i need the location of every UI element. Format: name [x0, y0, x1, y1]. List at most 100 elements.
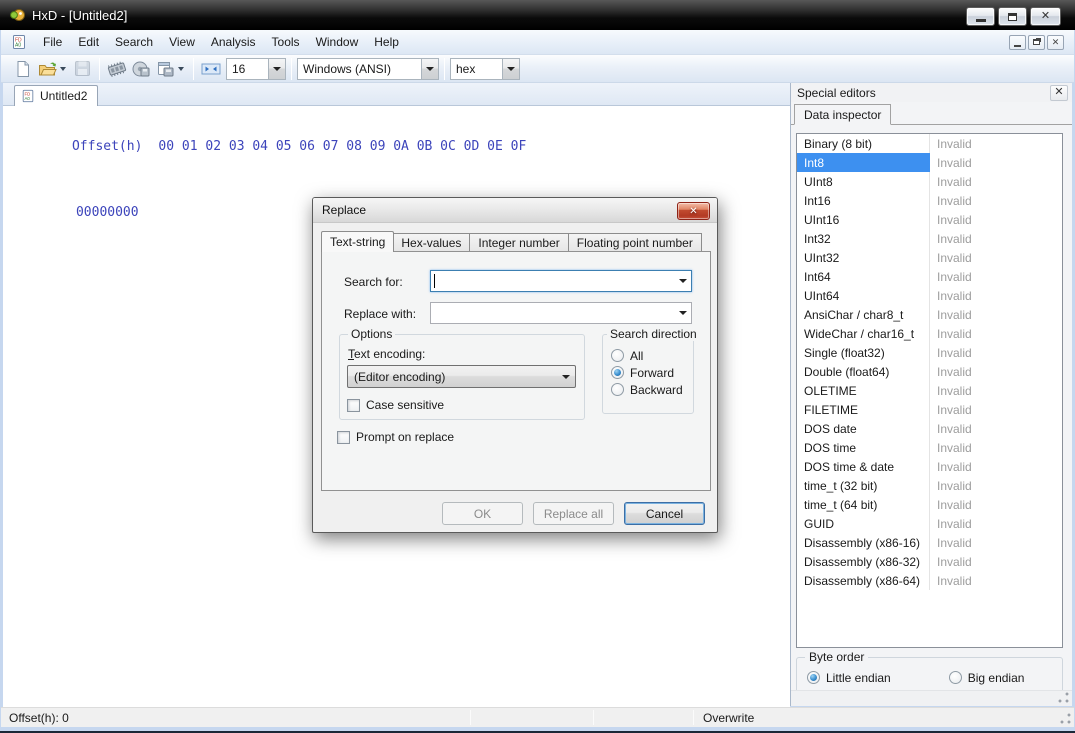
menu-tools[interactable]: Tools	[264, 31, 308, 53]
menu-help[interactable]: Help	[366, 31, 407, 53]
radio-little-endian[interactable]: Little endian	[807, 669, 891, 686]
combo-dropdown-button[interactable]	[268, 59, 285, 79]
dialog-tab-floating-point-number[interactable]: Floating point number	[569, 233, 702, 252]
inspector-row-uint8[interactable]: UInt8Invalid	[797, 172, 1062, 191]
inspector-row-uint32[interactable]: UInt32Invalid	[797, 248, 1062, 267]
combo-dropdown-button[interactable]	[421, 59, 438, 79]
bytes-per-row-combobox[interactable]: 16	[226, 58, 286, 80]
dialog-close-button[interactable]: ✕	[677, 202, 710, 220]
tab-data-inspector[interactable]: Data inspector	[794, 104, 891, 125]
combo-dropdown-button[interactable]	[502, 59, 519, 79]
inspector-value[interactable]: Invalid	[930, 479, 972, 493]
radio-backward[interactable]: Backward	[611, 381, 683, 398]
inspector-row-disassembly-x86-16[interactable]: Disassembly (x86-16)Invalid	[797, 533, 1062, 552]
menu-search[interactable]: Search	[107, 31, 161, 53]
inspector-row-single-float32[interactable]: Single (float32)Invalid	[797, 343, 1062, 362]
radio-all[interactable]: All	[611, 347, 683, 364]
bytes-per-row-button[interactable]	[199, 57, 223, 81]
inspector-value[interactable]: Invalid	[930, 156, 972, 170]
inspector-value[interactable]: Invalid	[930, 536, 972, 550]
inspector-value[interactable]: Invalid	[930, 232, 972, 246]
inspector-row-disassembly-x86-64[interactable]: Disassembly (x86-64)Invalid	[797, 571, 1062, 590]
close-button[interactable]: ✕	[1030, 7, 1061, 26]
chevron-down-icon[interactable]	[675, 279, 691, 283]
inspector-value[interactable]: Invalid	[930, 460, 972, 474]
inspector-value[interactable]: Invalid	[930, 270, 972, 284]
dialog-tab-integer-number[interactable]: Integer number	[470, 233, 568, 252]
mdi-minimize-button[interactable]	[1009, 35, 1026, 50]
inspector-value[interactable]: Invalid	[930, 365, 972, 379]
inspector-value[interactable]: Invalid	[930, 517, 972, 531]
inspector-row-uint16[interactable]: UInt16Invalid	[797, 210, 1062, 229]
inspector-row-guid[interactable]: GUIDInvalid	[797, 514, 1062, 533]
open-ram-button[interactable]	[105, 57, 129, 81]
panel-close-button[interactable]: ✕	[1050, 85, 1068, 101]
open-file-button[interactable]	[35, 57, 59, 81]
replace-all-button[interactable]: Replace all	[533, 502, 614, 525]
restore-button[interactable]	[998, 7, 1027, 26]
inspector-value[interactable]: Invalid	[930, 137, 972, 151]
inspector-row-time-t-32-bit[interactable]: time_t (32 bit)Invalid	[797, 476, 1062, 495]
inspector-value[interactable]: Invalid	[930, 555, 972, 569]
encoding-combobox[interactable]: Windows (ANSI)	[297, 58, 439, 80]
inspector-row-double-float64[interactable]: Double (float64)Invalid	[797, 362, 1062, 381]
tab-untitled2[interactable]: FD A0 Untitled2	[14, 85, 98, 106]
radio-forward[interactable]: Forward	[611, 364, 683, 381]
dialog-title-bar[interactable]: Replace	[313, 198, 717, 223]
dialog-tab-hex-values[interactable]: Hex-values	[393, 233, 470, 252]
inspector-value[interactable]: Invalid	[930, 422, 972, 436]
inspector-row-ansichar-char8-t[interactable]: AnsiChar / char8_tInvalid	[797, 305, 1062, 324]
save-selection-button[interactable]	[153, 57, 177, 81]
inspector-row-int8[interactable]: Int8Invalid	[797, 153, 1062, 172]
inspector-row-uint64[interactable]: UInt64Invalid	[797, 286, 1062, 305]
inspector-row-widechar-char16-t[interactable]: WideChar / char16_tInvalid	[797, 324, 1062, 343]
inspector-row-filetime[interactable]: FILETIMEInvalid	[797, 400, 1062, 419]
inspector-row-int16[interactable]: Int16Invalid	[797, 191, 1062, 210]
menu-analysis[interactable]: Analysis	[203, 31, 264, 53]
minimize-button[interactable]	[966, 7, 995, 26]
inspector-value[interactable]: Invalid	[930, 327, 972, 341]
inspector-row-time-t-64-bit[interactable]: time_t (64 bit)Invalid	[797, 495, 1062, 514]
inspector-row-int64[interactable]: Int64Invalid	[797, 267, 1062, 286]
inspector-value[interactable]: Invalid	[930, 308, 972, 322]
window-resize-grip[interactable]	[1060, 713, 1071, 724]
offset-base-combobox[interactable]: hex	[450, 58, 520, 80]
inspector-row-int32[interactable]: Int32Invalid	[797, 229, 1062, 248]
inspector-value[interactable]: Invalid	[930, 346, 972, 360]
cancel-button[interactable]: Cancel	[624, 502, 705, 525]
inspector-row-disassembly-x86-32[interactable]: Disassembly (x86-32)Invalid	[797, 552, 1062, 571]
ok-button[interactable]: OK	[442, 502, 523, 525]
inspector-row-dos-date[interactable]: DOS dateInvalid	[797, 419, 1062, 438]
prompt-on-replace-checkbox[interactable]: Prompt on replace	[337, 430, 454, 444]
replace-with-input[interactable]	[430, 302, 692, 324]
inspector-value[interactable]: Invalid	[930, 574, 972, 588]
open-dropdown-arrow[interactable]	[60, 67, 66, 71]
menu-view[interactable]: View	[161, 31, 203, 53]
inspector-value[interactable]: Invalid	[930, 498, 972, 512]
inspector-row-dos-time-date[interactable]: DOS time & dateInvalid	[797, 457, 1062, 476]
mdi-close-button[interactable]: ✕	[1047, 35, 1064, 50]
radio-big-endian[interactable]: Big endian	[949, 669, 1025, 686]
menu-file[interactable]: File	[35, 31, 70, 53]
inspector-value[interactable]: Invalid	[930, 441, 972, 455]
mdi-restore-button[interactable]	[1028, 35, 1045, 50]
new-file-button[interactable]	[11, 57, 35, 81]
search-for-input[interactable]	[430, 270, 692, 292]
open-disk-button[interactable]	[129, 57, 153, 81]
chevron-down-icon[interactable]	[675, 311, 691, 315]
inspector-value[interactable]: Invalid	[930, 251, 972, 265]
inspector-row-oletime[interactable]: OLETIMEInvalid	[797, 381, 1062, 400]
case-sensitive-checkbox[interactable]: Case sensitive	[347, 398, 444, 412]
inspector-value[interactable]: Invalid	[930, 194, 972, 208]
save-button[interactable]	[70, 57, 94, 81]
inspector-value[interactable]: Invalid	[930, 384, 972, 398]
inspector-row-binary-8-bit[interactable]: Binary (8 bit)Invalid	[797, 134, 1062, 153]
menu-edit[interactable]: Edit	[70, 31, 107, 53]
text-encoding-dropdown[interactable]: (Editor encoding)	[347, 365, 576, 388]
dialog-tab-text-string[interactable]: Text-string	[321, 231, 394, 252]
save-dropdown-arrow[interactable]	[178, 67, 184, 71]
panel-resize-grip[interactable]	[1058, 692, 1069, 703]
menu-window[interactable]: Window	[308, 31, 367, 53]
inspector-value[interactable]: Invalid	[930, 213, 972, 227]
inspector-value[interactable]: Invalid	[930, 403, 972, 417]
